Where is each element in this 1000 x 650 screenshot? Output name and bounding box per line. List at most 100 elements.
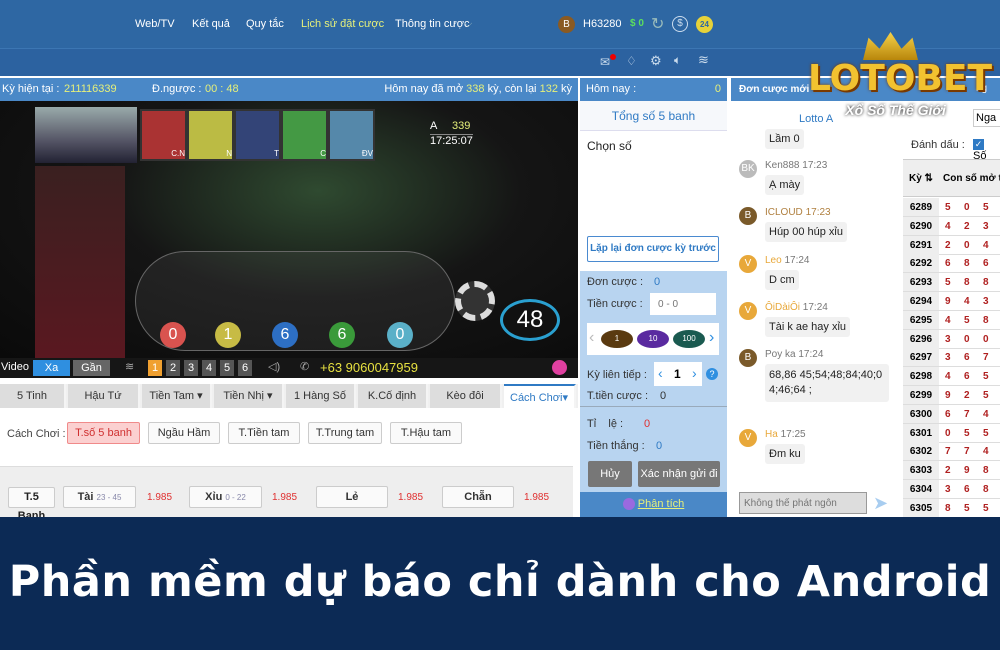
tab-keo-doi[interactable]: Kèo đôi: [430, 384, 502, 408]
repeat-last-bet-button[interactable]: Lặp lại đơn cược kỳ trước: [587, 236, 719, 262]
channel-button[interactable]: 1: [148, 360, 162, 376]
row-digit: 8: [983, 277, 989, 289]
speaker-icon[interactable]: 🔈︎: [674, 53, 681, 68]
dollar-icon[interactable]: $: [672, 16, 688, 32]
play-option-trung-tam[interactable]: T.Trung tam: [308, 422, 382, 444]
orders-value: 0: [654, 276, 661, 288]
stats-icon[interactable]: [552, 360, 567, 375]
row-digit: 5: [983, 427, 989, 439]
round-info-bar: Kỳ hiện tại : 211116339 Đ.ngược : 00 : 4…: [0, 78, 578, 101]
bet-chan-button[interactable]: Chẵn: [442, 486, 514, 508]
avatar[interactable]: B: [558, 16, 575, 33]
view-near-button[interactable]: Gần: [73, 360, 110, 376]
increment-icon[interactable]: ›: [692, 365, 697, 381]
chat-message: Húp 00 húp xỉu: [765, 222, 847, 242]
bet-odds: 1.985: [398, 492, 424, 503]
chat-panel: Lotto A Lầm 0 BK Ken888 17:23 Ạ mày B IC…: [731, 101, 899, 517]
live-video[interactable]: C.N N T C ĐV A 339 17:25:07 48: [0, 101, 578, 358]
support-24-icon[interactable]: 24: [696, 16, 713, 33]
nav-webtv[interactable]: Web/TV: [135, 18, 175, 30]
row-digit: 2: [945, 239, 951, 251]
table-row: 6294 9 4 3: [903, 292, 1000, 311]
nav-bet-info[interactable]: Thông tin cược: [395, 18, 470, 30]
play-option-ngau-ham[interactable]: Ngầu Hầm: [148, 422, 220, 444]
chip-1[interactable]: 1: [601, 330, 633, 348]
chip-10[interactable]: 10: [637, 330, 669, 348]
crown-icon: [863, 32, 918, 60]
view-far-button[interactable]: Xa: [33, 360, 70, 376]
send-icon[interactable]: ➤: [873, 493, 888, 514]
gear-icon[interactable]: ⚙: [650, 53, 662, 69]
tab-tien-tam[interactable]: Tiền Tam ▾: [142, 384, 212, 408]
col-ky[interactable]: Kỳ ⇅: [909, 173, 933, 184]
chip-icon: [455, 281, 495, 321]
tab-tien-nhi[interactable]: Tiền Nhị ▾: [214, 384, 284, 408]
tab-5-tinh[interactable]: 5 Tinh: [0, 384, 66, 408]
help-icon[interactable]: ?: [706, 368, 718, 380]
camera-label: C.N: [142, 111, 185, 159]
amount-input[interactable]: [650, 293, 716, 315]
shield-icon[interactable]: ♢: [626, 54, 637, 68]
chat-input[interactable]: [739, 492, 867, 514]
wifi-icon[interactable]: ≋: [698, 52, 709, 68]
today-pre: Hôm nay đã mở: [384, 83, 464, 95]
confirm-button[interactable]: Xác nhận gửi đi: [638, 461, 720, 487]
refresh-icon[interactable]: ↻: [651, 14, 664, 34]
ratio-value: 0: [644, 418, 651, 430]
bet-le-button[interactable]: Lẻ: [316, 486, 388, 508]
phone-number: +63 9060047959: [320, 360, 418, 375]
play-option-total-5[interactable]: T.số 5 banh: [67, 422, 140, 444]
analysis-link[interactable]: Phân tích: [638, 498, 684, 510]
round-number: 339: [452, 120, 471, 132]
row-digit: 7: [983, 352, 989, 364]
tab-cach-choi[interactable]: Cách Chơi▾: [504, 384, 576, 408]
today-mid: kỳ, còn lại: [487, 83, 537, 95]
row-digit: 8: [983, 465, 989, 477]
row-ky: 6296: [903, 329, 939, 348]
row-digit: 4: [945, 220, 951, 232]
total-label: T.tiền cược :: [587, 390, 649, 402]
channel-button[interactable]: 3: [184, 360, 198, 376]
result-ball: 1: [215, 322, 241, 348]
nav-bet-history[interactable]: Lịch sử đặt cược: [301, 18, 384, 30]
bet-xiu-button[interactable]: Xỉu 0 - 22: [189, 486, 262, 508]
play-option-tien-tam[interactable]: T.Tiền tam: [228, 422, 300, 444]
chat-user: ÔiDàiÔi: [765, 302, 801, 313]
row-digit: 3: [945, 333, 951, 345]
row-digit: 4: [945, 314, 951, 326]
decrement-icon[interactable]: ‹: [658, 365, 663, 381]
tab-1-hang-so[interactable]: 1 Hàng Số: [286, 384, 356, 408]
table-row: 6292 6 8 6: [903, 254, 1000, 274]
host-image: [35, 166, 125, 358]
row-digit: 8: [983, 484, 989, 495]
row-ky: 6297: [903, 348, 939, 367]
bet-odds: 1.985: [272, 492, 298, 503]
chip-100[interactable]: 100: [673, 330, 705, 348]
nav-results[interactable]: Kết quả: [192, 18, 230, 30]
chat-user: Ken888: [765, 160, 800, 171]
row-digit: 6: [964, 371, 970, 383]
row-digit: 6: [964, 484, 970, 495]
row-ky: 6305: [903, 498, 939, 517]
speaker-icon[interactable]: ◁): [268, 360, 280, 373]
bet-tai-button[interactable]: Tài 23 - 45: [63, 486, 136, 508]
play-option-hau-tam[interactable]: T.Hậu tam: [390, 422, 462, 444]
channel-button[interactable]: 6: [238, 360, 252, 376]
tab-hau-tu[interactable]: Hậu Tứ: [68, 384, 140, 408]
choose-number-label: Chọn số: [587, 139, 632, 153]
channel-button[interactable]: 2: [166, 360, 180, 376]
channel-button[interactable]: 5: [220, 360, 234, 376]
chevron-left-icon[interactable]: ‹: [589, 329, 594, 347]
cancel-button[interactable]: Hủy: [588, 461, 632, 487]
consecutive-stepper[interactable]: ‹ 1 ›: [654, 362, 702, 386]
row-ky: 6291: [903, 235, 939, 254]
row-digit: 0: [964, 202, 970, 213]
tab-co-dinh[interactable]: K.Cố định: [358, 384, 428, 408]
mail-icon[interactable]: ✉: [600, 55, 610, 69]
today-suffix: kỳ: [561, 83, 572, 95]
channel-button[interactable]: 4: [202, 360, 216, 376]
nav-rules[interactable]: Quy tắc: [246, 18, 284, 30]
result-ball: 6: [329, 322, 355, 348]
chevron-right-icon[interactable]: ›: [709, 329, 714, 347]
avatar: B: [739, 207, 757, 225]
